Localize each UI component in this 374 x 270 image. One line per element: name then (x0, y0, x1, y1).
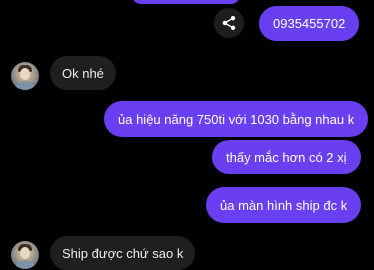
message-text: Ship được chứ sao k (62, 245, 184, 261)
message-text: ủa màn hình ship đc k (220, 197, 348, 213)
message-bubble-outgoing[interactable]: thấy mắc hơn có 2 xị (212, 140, 361, 174)
message-bubble-incoming[interactable]: Ship được chứ sao k (50, 236, 196, 270)
share-icon (222, 16, 236, 30)
message-bubble-incoming[interactable]: Ok nhé (50, 56, 116, 90)
message-bubble-partial-top[interactable] (132, 0, 240, 4)
message-text: 0935455702 (273, 16, 346, 31)
message-text: Ok nhé (62, 65, 104, 81)
contact-avatar[interactable] (11, 62, 39, 90)
share-button[interactable] (214, 8, 244, 38)
message-text: thấy mắc hơn có 2 xị (226, 149, 347, 165)
message-bubble-outgoing[interactable]: ủa màn hình ship đc k (206, 187, 362, 223)
contact-avatar[interactable] (11, 241, 39, 269)
message-bubble-outgoing[interactable]: ủa hiệu năng 750ti với 1030 bằng nhau k (104, 101, 369, 137)
message-text: ủa hiệu năng 750ti với 1030 bằng nhau k (118, 111, 355, 127)
message-bubble-phone[interactable]: 0935455702 (259, 6, 360, 41)
